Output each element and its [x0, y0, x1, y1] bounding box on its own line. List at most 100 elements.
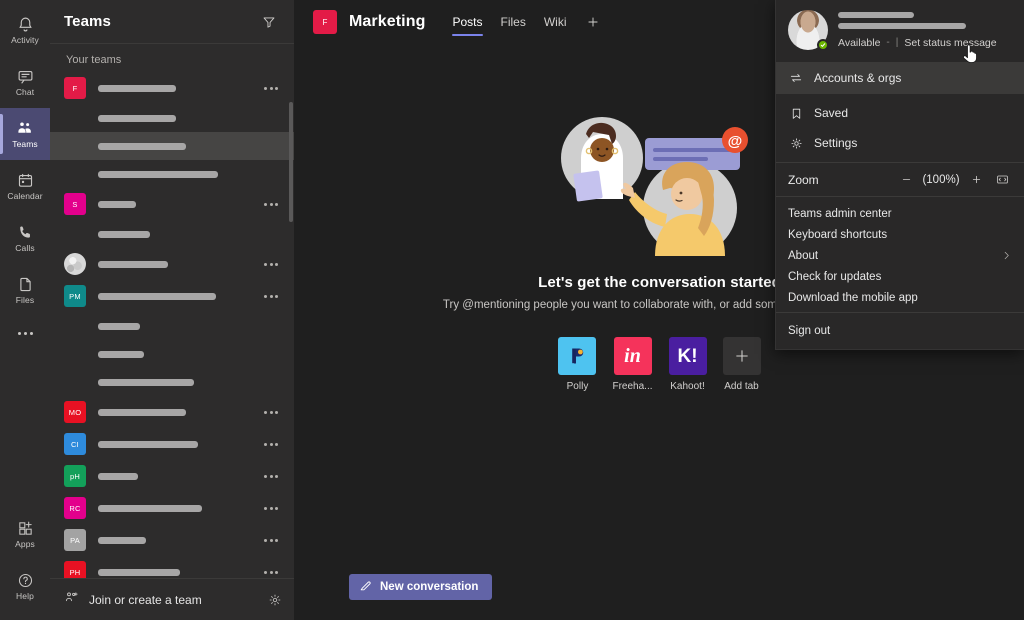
team-row[interactable] [50, 248, 294, 280]
team-row[interactable]: S [50, 188, 294, 220]
rail-item-chat[interactable]: Chat [0, 56, 50, 108]
channel-tabs: Posts Files Wiki [443, 0, 605, 44]
menu-profile-text: Available - | Set status message [838, 11, 1012, 49]
set-status-message-link[interactable]: Set status message [904, 37, 996, 49]
gear-icon[interactable] [268, 593, 282, 607]
channel-name-redacted [98, 378, 194, 386]
rail-item-calls[interactable]: Calls [0, 212, 50, 264]
status-text[interactable]: Available [838, 37, 880, 49]
sidebar-scrollbar[interactable] [289, 102, 293, 222]
menu-item-label: Download the mobile app [788, 291, 918, 304]
app-tile-kahoot[interactable]: K! Kahoot! [668, 337, 707, 392]
tab-files[interactable]: Files [492, 0, 535, 44]
team-avatar: PH [64, 561, 86, 578]
rail-item-apps[interactable]: Apps [0, 508, 50, 560]
zoom-out-button[interactable] [894, 168, 918, 192]
teams-sidebar: Teams Your teams FSPMMOCIpHRCPAPH Hidden… [50, 0, 295, 620]
team-name-redacted [98, 408, 186, 416]
zoom-reset-fullscreen-button[interactable] [990, 168, 1014, 192]
channel-row[interactable] [50, 104, 294, 132]
menu-item-accounts-orgs[interactable]: Accounts & orgs [776, 63, 1024, 93]
team-row[interactable]: CI [50, 428, 294, 460]
team-more-options-button[interactable] [264, 538, 286, 542]
team-more-options-button[interactable] [264, 262, 286, 266]
team-more-options-button[interactable] [264, 474, 286, 478]
filter-icon[interactable] [256, 9, 282, 35]
user-avatar[interactable] [788, 10, 829, 51]
menu-item-keyboard-shortcuts[interactable]: Keyboard shortcuts [776, 224, 1024, 245]
bookmark-icon [788, 107, 804, 120]
team-more-options-button[interactable] [264, 410, 286, 414]
chat-icon [17, 68, 34, 85]
team-more-options-button[interactable] [264, 86, 286, 90]
team-more-options-button[interactable] [264, 202, 286, 206]
teams-list-scroll[interactable]: Your teams FSPMMOCIpHRCPAPH Hidden teams [50, 44, 294, 578]
team-row[interactable]: PM [50, 280, 294, 312]
svg-text:@: @ [727, 133, 742, 150]
rail-label-activity: Activity [11, 34, 39, 45]
rail-label-chat: Chat [15, 86, 35, 97]
app-tile-label: Freeha... [612, 381, 653, 392]
rail-label-apps: Apps [15, 538, 35, 549]
team-row[interactable]: pH [50, 460, 294, 492]
rail-more-button[interactable] [0, 316, 50, 350]
menu-item-check-for-updates[interactable]: Check for updates [776, 266, 1024, 287]
rail-item-calendar[interactable]: Calendar [0, 160, 50, 212]
app-tile-polly[interactable]: Polly [558, 337, 597, 392]
channel-row[interactable] [50, 312, 294, 340]
team-more-options-button[interactable] [264, 294, 286, 298]
team-row[interactable]: PH [50, 556, 294, 578]
team-more-options-button[interactable] [264, 506, 286, 510]
menu-item-saved[interactable]: Saved [776, 98, 1024, 128]
tab-wiki[interactable]: Wiki [535, 0, 576, 44]
channel-row[interactable] [50, 368, 294, 396]
menu-item-download-the-mobile-app[interactable]: Download the mobile app [776, 287, 1024, 308]
app-tile-add[interactable]: Add tab [722, 337, 761, 392]
rail-item-help[interactable]: Help [0, 560, 50, 612]
channel-row[interactable] [50, 132, 294, 160]
app-tile-freehand[interactable]: in Freeha... [612, 337, 653, 392]
add-tab-button[interactable] [580, 0, 606, 44]
tab-files-label: Files [500, 15, 526, 29]
zoom-value: (100%) [922, 173, 960, 186]
team-name-redacted [98, 292, 216, 300]
team-row[interactable]: RC [50, 492, 294, 524]
main-content: F Marketing Posts Files Wiki @ Let's get… [295, 0, 1024, 620]
menu-item-sign-out[interactable]: Sign out [776, 319, 1024, 343]
app-tile-label: Add tab [724, 381, 759, 392]
join-or-create-team-label[interactable]: Join or create a team [89, 593, 202, 607]
rail-item-teams[interactable]: Teams [0, 108, 50, 160]
menu-item-teams-admin-center[interactable]: Teams admin center [776, 203, 1024, 224]
tab-posts-label: Posts [452, 15, 483, 29]
channel-row[interactable] [50, 160, 294, 188]
saved-settings-group: Saved Settings [776, 94, 1024, 163]
team-more-options-button[interactable] [264, 570, 286, 574]
menu-item-about[interactable]: About [776, 245, 1024, 266]
team-name-redacted [98, 504, 202, 512]
team-row[interactable]: F [50, 72, 294, 104]
team-name-redacted [98, 568, 180, 576]
rail-label-calendar: Calendar [7, 190, 43, 201]
team-avatar: S [64, 193, 86, 215]
menu-item-label: Teams admin center [788, 207, 892, 220]
new-conversation-button[interactable]: New conversation [349, 574, 493, 600]
rail-item-files[interactable]: Files [0, 264, 50, 316]
zoom-in-button[interactable] [964, 168, 988, 192]
channel-row[interactable] [50, 220, 294, 248]
team-more-options-button[interactable] [264, 442, 286, 446]
menu-profile-header[interactable]: Available - | Set status message [776, 0, 1024, 63]
menu-item-settings[interactable]: Settings [776, 128, 1024, 158]
channel-row[interactable] [50, 340, 294, 368]
team-row[interactable]: PA [50, 524, 294, 556]
rail-item-activity[interactable]: Activity [0, 4, 50, 56]
menu-item-label: Keyboard shortcuts [788, 228, 888, 241]
empty-state-title: Let's get the conversation started [538, 274, 781, 291]
rail-label-help: Help [16, 590, 34, 601]
fullscreen-icon [996, 175, 1008, 184]
team-row[interactable]: MO [50, 396, 294, 428]
status-badge-available [817, 39, 829, 51]
tab-posts[interactable]: Posts [443, 0, 491, 44]
rail-label-calls: Calls [15, 242, 35, 253]
accounts-group: Accounts & orgs [776, 63, 1024, 94]
chevron-right-icon [1001, 250, 1012, 261]
